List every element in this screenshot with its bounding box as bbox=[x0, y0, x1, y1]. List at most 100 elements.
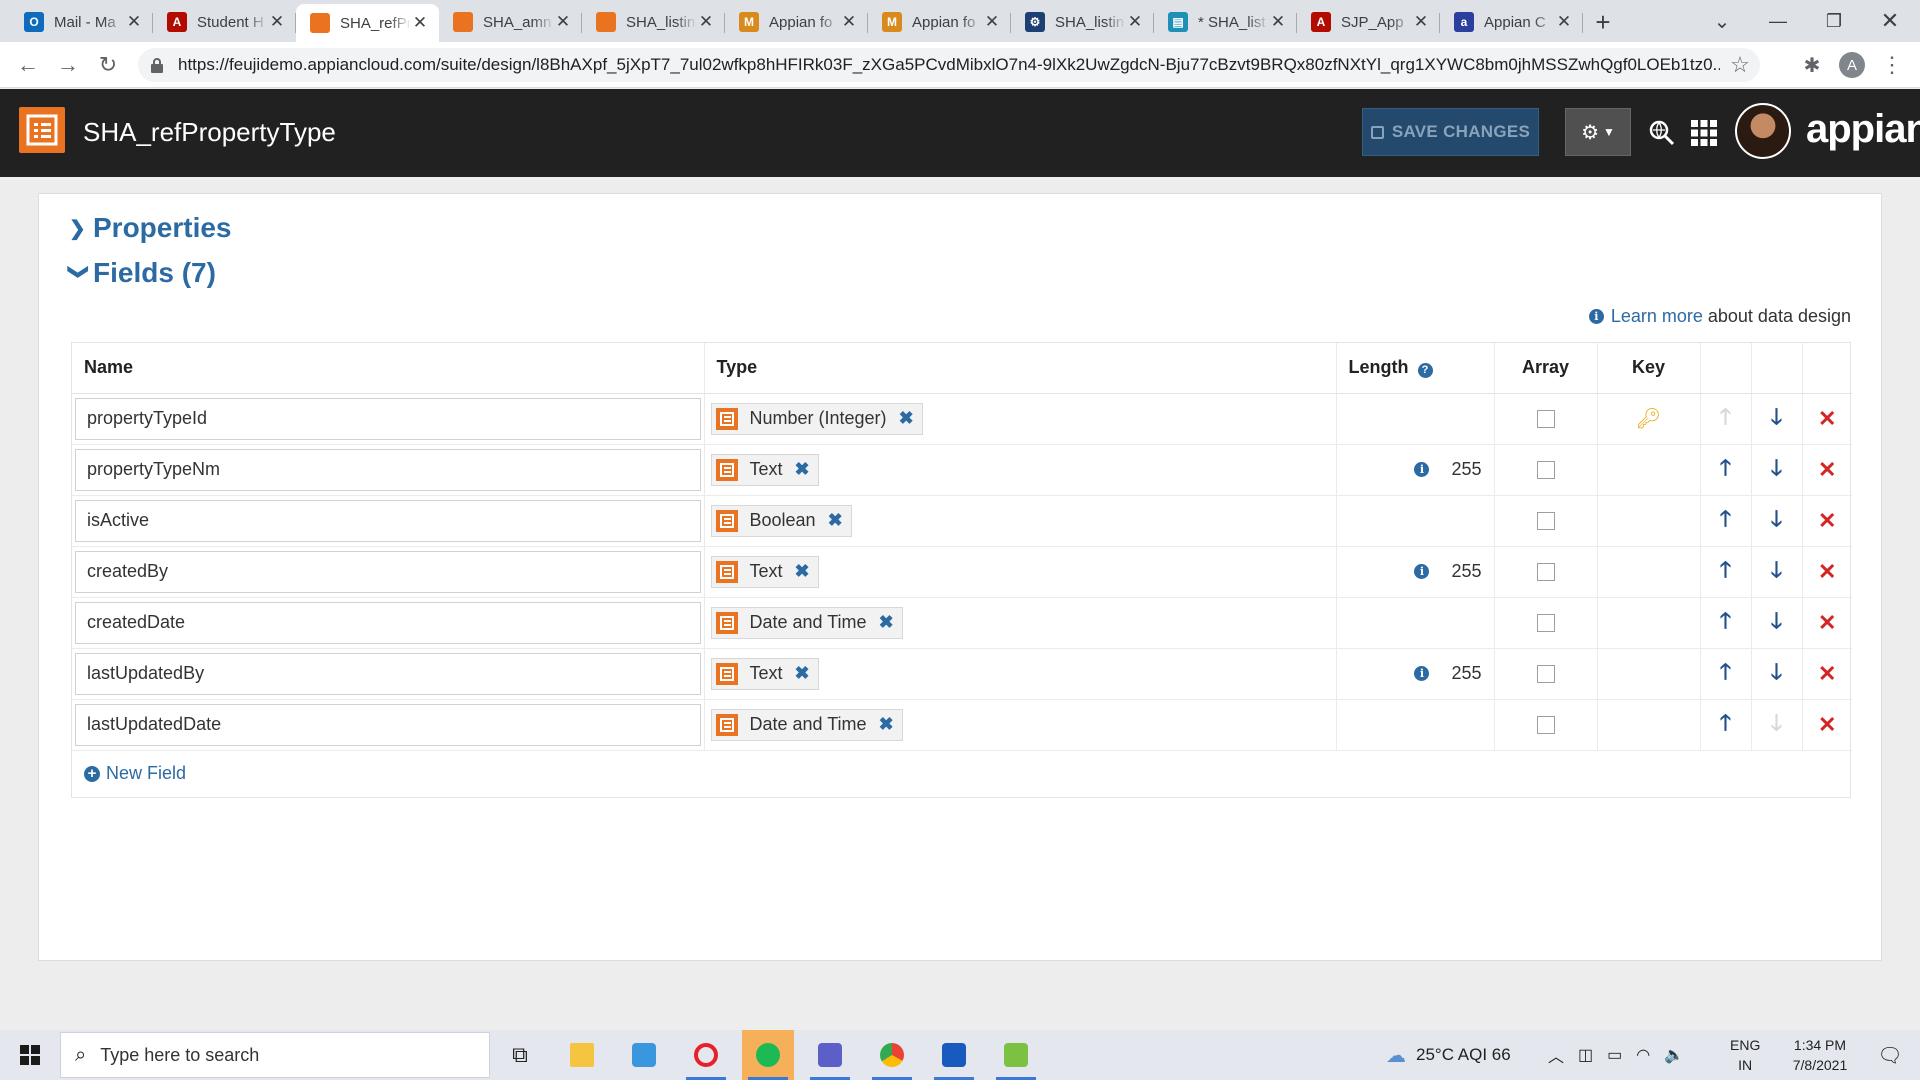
extensions-icon[interactable]: ✱ bbox=[1792, 45, 1832, 85]
app-launcher-icon[interactable] bbox=[1688, 117, 1720, 149]
save-changes-button[interactable]: SAVE CHANGES bbox=[1362, 108, 1539, 156]
browser-tab[interactable]: SHA_refPr ✕ bbox=[296, 4, 439, 42]
close-tab-icon[interactable]: ✕ bbox=[697, 12, 715, 32]
chevron-up-icon[interactable]: ︿ bbox=[1548, 1043, 1564, 1067]
word-icon[interactable] bbox=[928, 1030, 980, 1080]
close-tab-icon[interactable]: ✕ bbox=[983, 12, 1001, 32]
delete-field-icon[interactable]: ✕ bbox=[1803, 712, 1853, 738]
length-info-icon[interactable]: i bbox=[1414, 666, 1430, 681]
field-type-picker[interactable]: Date and Time ✖ bbox=[710, 708, 903, 741]
length-info-icon[interactable]: i bbox=[1414, 564, 1430, 579]
field-name-input[interactable]: lastUpdatedBy bbox=[75, 652, 701, 695]
browser-menu-icon[interactable]: ⋮ bbox=[1872, 45, 1912, 85]
browser-tab[interactable]: ⚙ SHA_listin ✕ bbox=[1011, 4, 1154, 40]
spotify-icon[interactable] bbox=[742, 1030, 794, 1080]
field-type-picker[interactable]: Text ✖ bbox=[710, 657, 819, 690]
move-down-arrow-icon[interactable]: 🡓 bbox=[1752, 655, 1802, 693]
fields-section-toggle[interactable]: ❯ Fields (7) bbox=[68, 257, 216, 289]
move-down-arrow-icon[interactable]: 🡓 bbox=[1752, 400, 1802, 438]
delete-field-icon[interactable]: ✕ bbox=[1803, 508, 1853, 534]
move-up-arrow-icon[interactable]: 🡑 bbox=[1701, 655, 1751, 693]
browser-tab[interactable]: O Mail - Ma ✕ bbox=[10, 4, 153, 40]
browser-tab[interactable]: A Student H ✕ bbox=[153, 4, 296, 40]
close-tab-icon[interactable]: ✕ bbox=[1126, 12, 1144, 32]
field-name-input[interactable]: lastUpdatedDate bbox=[75, 703, 701, 746]
field-name-input[interactable]: createdBy bbox=[75, 550, 701, 593]
array-checkbox[interactable] bbox=[1536, 715, 1555, 734]
field-name-input[interactable]: propertyTypeNm bbox=[75, 448, 701, 491]
learn-more-link[interactable]: Learn more bbox=[1611, 306, 1703, 327]
delete-field-icon[interactable]: ✕ bbox=[1803, 610, 1853, 636]
paint-icon[interactable] bbox=[990, 1030, 1042, 1080]
close-window-button[interactable]: ✕ bbox=[1862, 0, 1918, 42]
array-checkbox[interactable] bbox=[1536, 613, 1555, 632]
remove-type-icon[interactable]: ✖ bbox=[795, 459, 810, 480]
move-up-arrow-icon[interactable]: 🡑 bbox=[1701, 451, 1751, 489]
browser-tab[interactable]: M Appian fo ✕ bbox=[725, 4, 868, 40]
help-icon[interactable]: ? bbox=[1417, 362, 1433, 378]
delete-field-icon[interactable]: ✕ bbox=[1803, 559, 1853, 585]
move-up-arrow-icon[interactable]: 🡑 bbox=[1701, 553, 1751, 591]
properties-section-toggle[interactable]: ❯ Properties bbox=[69, 212, 232, 244]
delete-field-icon[interactable]: ✕ bbox=[1803, 406, 1853, 432]
remove-type-icon[interactable]: ✖ bbox=[795, 663, 810, 684]
move-down-arrow-icon[interactable]: 🡓 bbox=[1752, 604, 1802, 642]
user-avatar[interactable] bbox=[1735, 103, 1791, 159]
close-tab-icon[interactable]: ✕ bbox=[554, 12, 572, 32]
browser-tab[interactable]: A SJP_App ✕ bbox=[1297, 4, 1440, 40]
move-up-arrow-icon[interactable]: 🡑 bbox=[1701, 706, 1751, 744]
length-info-icon[interactable]: i bbox=[1414, 462, 1430, 477]
settings-menu-button[interactable]: ⚙ ▼ bbox=[1565, 108, 1631, 156]
language-indicator[interactable]: ENG IN bbox=[1730, 1030, 1760, 1080]
task-view-icon[interactable]: ⧉ bbox=[494, 1030, 546, 1080]
new-tab-button[interactable]: + bbox=[1583, 4, 1623, 40]
field-type-picker[interactable]: Number (Integer) ✖ bbox=[710, 402, 923, 435]
remove-type-icon[interactable]: ✖ bbox=[899, 408, 914, 429]
field-name-input[interactable]: isActive bbox=[75, 499, 701, 542]
remove-type-icon[interactable]: ✖ bbox=[879, 612, 894, 633]
close-tab-icon[interactable]: ✕ bbox=[1555, 12, 1573, 32]
primary-key-icon[interactable]: 🔑︎ bbox=[1598, 406, 1700, 431]
browser-tab[interactable]: a Appian C ✕ bbox=[1440, 4, 1583, 40]
move-up-arrow-icon[interactable]: 🡑 bbox=[1701, 502, 1751, 540]
remove-type-icon[interactable]: ✖ bbox=[795, 561, 810, 582]
close-tab-icon[interactable]: ✕ bbox=[1412, 12, 1430, 32]
new-field-link[interactable]: + New Field bbox=[72, 751, 1850, 797]
field-type-picker[interactable]: Text ✖ bbox=[710, 453, 819, 486]
taskbar-search-box[interactable]: ⌕ Type here to search bbox=[60, 1032, 490, 1078]
network-icon[interactable]: ◫ bbox=[1578, 1045, 1593, 1065]
move-up-arrow-icon[interactable]: 🡑 bbox=[1701, 604, 1751, 642]
close-tab-icon[interactable]: ✕ bbox=[1269, 12, 1287, 32]
battery-icon[interactable]: ▭ bbox=[1607, 1045, 1622, 1065]
remove-type-icon[interactable]: ✖ bbox=[828, 510, 843, 531]
field-name-input[interactable]: propertyTypeId bbox=[75, 397, 701, 440]
move-down-arrow-icon[interactable]: 🡓 bbox=[1752, 502, 1802, 540]
move-down-arrow-icon[interactable]: 🡓 bbox=[1752, 451, 1802, 489]
browser-tab[interactable]: SHA_amn ✕ bbox=[439, 4, 582, 40]
maximize-button[interactable]: ❐ bbox=[1806, 0, 1862, 42]
browser-tab[interactable]: SHA_listin ✕ bbox=[582, 4, 725, 40]
delete-field-icon[interactable]: ✕ bbox=[1803, 457, 1853, 483]
tab-search-icon[interactable]: ⌄ bbox=[1694, 0, 1750, 42]
notifications-icon[interactable]: 🗨 bbox=[1868, 1030, 1912, 1080]
array-checkbox[interactable] bbox=[1536, 664, 1555, 683]
array-checkbox[interactable] bbox=[1536, 511, 1555, 530]
search-objects-icon[interactable] bbox=[1646, 117, 1678, 149]
field-type-picker[interactable]: Boolean ✖ bbox=[710, 504, 852, 537]
back-icon[interactable]: ← bbox=[8, 45, 48, 85]
bookmark-star-icon[interactable]: ☆ bbox=[1720, 52, 1760, 78]
clock[interactable]: 1:34 PM 7/8/2021 bbox=[1780, 1030, 1860, 1080]
teams-icon[interactable] bbox=[804, 1030, 856, 1080]
url-field[interactable]: https://feujidemo.appiancloud.com/suite/… bbox=[138, 48, 1760, 82]
chrome-icon[interactable] bbox=[866, 1030, 918, 1080]
field-type-picker[interactable]: Text ✖ bbox=[710, 555, 819, 588]
target-app-icon[interactable] bbox=[680, 1030, 732, 1080]
minimize-button[interactable]: — bbox=[1750, 0, 1806, 42]
array-checkbox[interactable] bbox=[1536, 460, 1555, 479]
delete-field-icon[interactable]: ✕ bbox=[1803, 661, 1853, 687]
weather-widget[interactable]: ☁ 25°C AQI 66 bbox=[1386, 1030, 1511, 1080]
move-down-arrow-icon[interactable]: 🡓 bbox=[1752, 553, 1802, 591]
wifi-icon[interactable]: ◠ bbox=[1636, 1045, 1650, 1065]
start-button[interactable] bbox=[0, 1030, 60, 1080]
field-name-input[interactable]: createdDate bbox=[75, 601, 701, 644]
